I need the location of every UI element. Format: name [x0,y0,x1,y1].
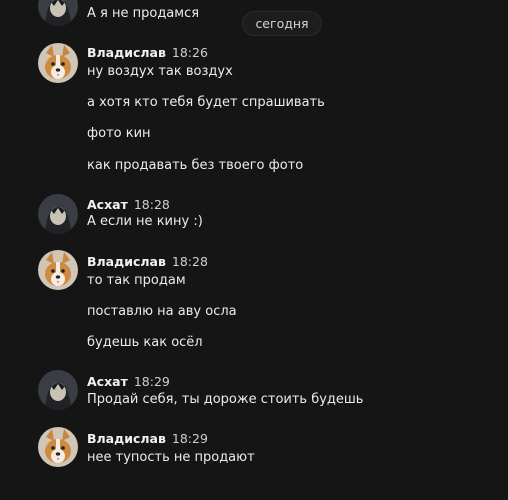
message-text: будешь как осёл [87,335,203,350]
message-author[interactable]: Владислав 18:26 [87,45,208,60]
message-time: 18:28 [133,197,170,212]
message-text: Продай себя, ты дороже стоить будешь [87,392,364,407]
author-name[interactable]: Асхат [87,197,128,212]
message-text: нее тупость не продают [87,450,255,465]
avatar-vladislav[interactable] [38,427,78,467]
message-text: А я не продамся [87,6,200,21]
corgi-avatar-icon [38,43,78,83]
corgi-avatar-icon [38,427,78,467]
message-text: А если не кину :) [87,214,203,229]
avatar-vladislav[interactable] [38,43,78,83]
message-text: фото кин [87,126,151,141]
avatar-askhat[interactable] [38,194,78,234]
message-time: 18:28 [171,254,208,269]
message-time: 18:29 [171,431,208,446]
message-author[interactable]: Асхат 18:29 [87,374,170,389]
message-text: ну воздух так воздух [87,64,233,79]
chat-messages: А я не продамся сегодня Владислав 18:26 н… [0,0,508,500]
author-name[interactable]: Асхат [87,374,128,389]
message-time: 18:29 [133,374,170,389]
author-name[interactable]: Владислав [87,254,166,269]
message-text: как продавать без твоего фото [87,158,304,173]
author-name[interactable]: Владислав [87,431,166,446]
avatar-vladislav[interactable] [38,250,78,290]
avatar-askhat[interactable] [38,0,78,26]
message-author[interactable]: Владислав 18:28 [87,254,208,269]
message-text: то так продам [87,273,186,288]
date-divider: сегодня [242,11,322,36]
corgi-avatar-icon [38,250,78,290]
anime-avatar-icon [38,0,78,26]
message-time: 18:26 [171,45,208,60]
author-name[interactable]: Владислав [87,45,166,60]
message-text: а хотя кто тебя будет спрашивать [87,95,325,110]
anime-avatar-icon [38,194,78,234]
message-text: поставлю на аву осла [87,304,237,319]
message-author[interactable]: Владислав 18:29 [87,431,208,446]
message-author[interactable]: Асхат 18:28 [87,197,170,212]
anime-avatar-icon [38,370,78,410]
avatar-askhat[interactable] [38,370,78,410]
